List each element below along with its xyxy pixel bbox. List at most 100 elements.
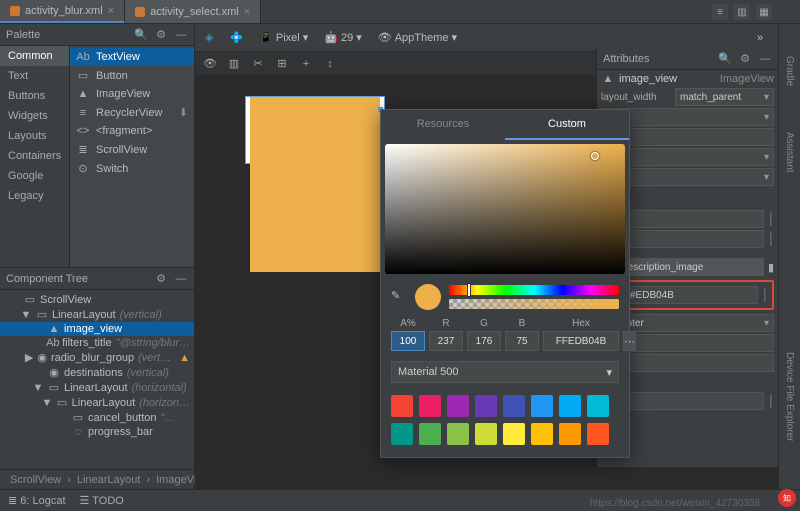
color-swatch[interactable] xyxy=(559,395,581,417)
theme-selector[interactable]: 👁 AppTheme ▾ xyxy=(374,29,461,46)
category-legacy[interactable]: Legacy xyxy=(0,186,69,206)
tree-row[interactable]: ▼▭LinearLayout (horizontal) xyxy=(0,380,194,395)
tree-row[interactable]: ◌progress_bar xyxy=(0,425,194,439)
color-swatch[interactable] xyxy=(503,423,525,445)
palette-item-fragment[interactable]: <><fragment> xyxy=(70,122,194,140)
category-google[interactable]: Google xyxy=(0,166,69,186)
bottom-logcat[interactable]: ≣ 6: Logcat xyxy=(8,494,66,507)
color-swatch[interactable] xyxy=(587,423,609,445)
more-icon[interactable]: » xyxy=(753,30,767,46)
tree-row[interactable]: ▼▭LinearLayout (horizon… xyxy=(0,395,194,410)
tree-row[interactable]: ▭cancel_button "… xyxy=(0,410,194,425)
component-tree[interactable]: ▭ScrollView▼▭LinearLayout (vertical)▲ima… xyxy=(0,290,194,469)
b-input[interactable] xyxy=(505,331,539,351)
bottom-todo[interactable]: ☰ TODO xyxy=(80,494,124,507)
breadcrumb-item[interactable]: ScrollView xyxy=(10,474,61,486)
color-swatch[interactable] xyxy=(475,423,497,445)
picker-more-button[interactable]: ⋯ xyxy=(623,331,636,351)
saturation-value-picker[interactable] xyxy=(385,144,625,274)
color-swatch[interactable] xyxy=(587,395,609,417)
minimize-icon[interactable]: — xyxy=(758,52,772,66)
close-icon[interactable]: × xyxy=(244,6,250,18)
picker-tab-resources[interactable]: Resources xyxy=(381,110,505,140)
tree-row[interactable]: ◉destinations (vertical) xyxy=(0,365,194,380)
default-margins-icon[interactable]: ⊞ xyxy=(275,57,289,71)
tree-row[interactable]: ▼▭LinearLayout (vertical) xyxy=(0,307,194,322)
download-icon[interactable]: ⬇ xyxy=(179,106,188,119)
design-view-icon[interactable]: ◈ xyxy=(201,29,217,46)
palette-body: Common Text Buttons Widgets Layouts Cont… xyxy=(0,46,194,267)
color-swatch[interactable] xyxy=(447,395,469,417)
api-selector[interactable]: 🤖 29 ▾ xyxy=(320,29,365,46)
hue-slider[interactable] xyxy=(449,285,619,295)
color-swatch[interactable] xyxy=(531,423,553,445)
add-icon[interactable]: + xyxy=(299,57,313,71)
color-swatch[interactable] xyxy=(531,395,553,417)
gutter-device-explorer[interactable]: Device File Explorer xyxy=(784,348,795,445)
category-text[interactable]: Text xyxy=(0,66,69,86)
r-input[interactable] xyxy=(429,331,463,351)
hex-input[interactable] xyxy=(543,331,619,351)
tree-row[interactable]: ▶◉radio_blur_group (vert…▲ xyxy=(0,350,194,365)
attributes-header: Attributes 🔍 ⚙ — xyxy=(597,48,778,70)
color-swatch[interactable] xyxy=(559,423,581,445)
category-buttons[interactable]: Buttons xyxy=(0,86,69,106)
alpha-slider[interactable] xyxy=(449,299,619,309)
tab-activity-blur[interactable]: activity_blur.xml × xyxy=(0,0,125,23)
design-view-icon[interactable]: ▦ xyxy=(756,4,772,20)
gear-icon[interactable]: ⚙ xyxy=(154,272,168,286)
breadcrumb-item[interactable]: LinearLayout xyxy=(77,474,141,486)
category-layouts[interactable]: Layouts xyxy=(0,126,69,146)
color-swatch[interactable] xyxy=(503,395,525,417)
picker-tab-custom[interactable]: Custom xyxy=(505,110,629,140)
tree-row[interactable]: Abfilters_title "@string/blur… xyxy=(0,336,194,350)
search-icon[interactable]: 🔍 xyxy=(134,28,148,42)
eyedropper-icon[interactable]: ✎ xyxy=(391,289,407,305)
close-icon[interactable]: × xyxy=(108,5,114,17)
blueprint-icon[interactable]: ▥ xyxy=(227,57,241,71)
orientation-icon[interactable]: 💠 xyxy=(225,29,247,46)
color-swatch[interactable] xyxy=(391,395,413,417)
minimize-icon[interactable]: — xyxy=(174,28,188,42)
tab-activity-select[interactable]: activity_select.xml × xyxy=(125,0,261,23)
device-selector[interactable]: 📱 Pixel ▾ xyxy=(255,29,312,46)
palette-items: AbTextView ▭Button ▲ImageView ≡RecyclerV… xyxy=(70,46,194,267)
palette-item-textview[interactable]: AbTextView xyxy=(70,48,194,66)
category-containers[interactable]: Containers xyxy=(0,146,69,166)
minimize-icon[interactable]: — xyxy=(174,272,188,286)
attr-field-layout-width[interactable]: match_parent▾ xyxy=(675,88,774,106)
g-input[interactable] xyxy=(467,331,501,351)
palette-item-imageview[interactable]: ▲ImageView xyxy=(70,85,194,103)
palette-item-button[interactable]: ▭Button xyxy=(70,66,194,85)
device-preview[interactable]: Select Blur Amount ◉ A little blurred ○ … xyxy=(245,96,385,164)
color-swatch[interactable] xyxy=(391,423,413,445)
gradient-cursor[interactable] xyxy=(591,152,599,160)
eye-icon[interactable]: 👁 xyxy=(203,57,217,71)
color-swatch[interactable] xyxy=(447,423,469,445)
material-palette-select[interactable]: Material 500▾ xyxy=(391,361,619,383)
code-view-icon[interactable]: ≡ xyxy=(712,4,728,20)
search-icon[interactable]: 🔍 xyxy=(718,52,732,66)
gear-icon[interactable]: ⚙ xyxy=(154,28,168,42)
palette-item-recyclerview[interactable]: ≡RecyclerView⬇ xyxy=(70,103,194,122)
color-swatch[interactable] xyxy=(419,423,441,445)
split-view-icon[interactable]: ▥ xyxy=(734,4,750,20)
palette-item-scrollview[interactable]: ≣ScrollView xyxy=(70,140,194,159)
preview-image[interactable] xyxy=(250,97,380,272)
fragment-icon: <> xyxy=(76,125,90,137)
collapse-icon[interactable]: ↕ xyxy=(323,57,337,71)
gutter-gradle[interactable]: Gradle xyxy=(784,52,795,90)
category-common[interactable]: Common xyxy=(0,46,69,66)
alpha-input[interactable] xyxy=(391,331,425,351)
hue-handle[interactable] xyxy=(467,283,471,297)
gear-icon[interactable]: ⚙ xyxy=(738,52,752,66)
current-color-swatch xyxy=(415,284,441,310)
category-widgets[interactable]: Widgets xyxy=(0,106,69,126)
color-swatch[interactable] xyxy=(419,395,441,417)
tree-row[interactable]: ▲image_view xyxy=(0,322,194,336)
color-swatch[interactable] xyxy=(475,395,497,417)
palette-item-switch[interactable]: ⊙Switch xyxy=(70,159,194,178)
tree-row[interactable]: ▭ScrollView xyxy=(0,292,194,307)
autoconnect-icon[interactable]: ✂ xyxy=(251,57,265,71)
gutter-assistant[interactable]: Assistant xyxy=(784,128,795,177)
